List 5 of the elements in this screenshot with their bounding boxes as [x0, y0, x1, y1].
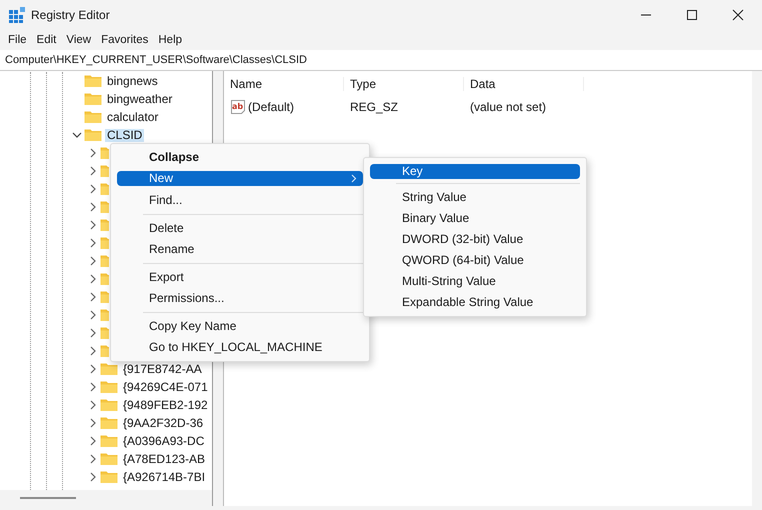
string-value-icon: ab [230, 99, 246, 115]
window-title: Registry Editor [31, 8, 110, 22]
value-name: (Default) [248, 100, 294, 114]
value-data: (value not set) [469, 100, 548, 114]
value-type: REG_SZ [349, 100, 400, 114]
